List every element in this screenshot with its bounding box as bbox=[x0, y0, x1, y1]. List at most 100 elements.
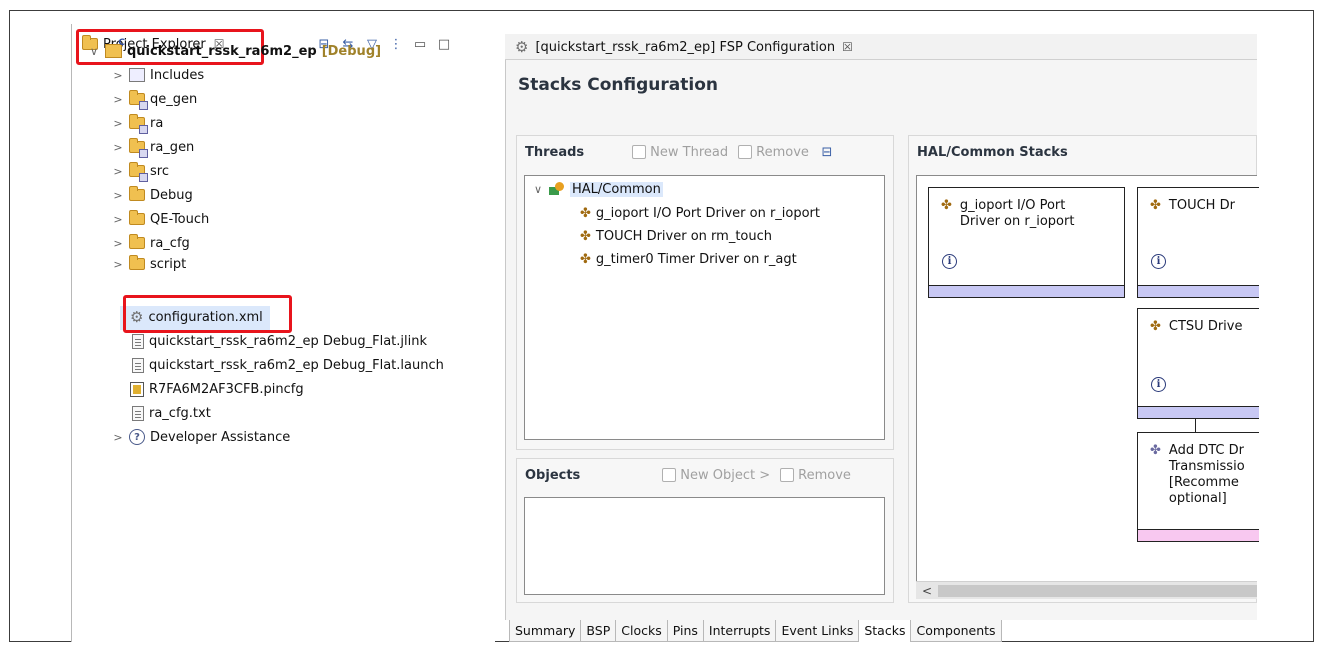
new-thread-label: New Thread bbox=[650, 144, 729, 160]
build-config-badge: [Debug] bbox=[321, 43, 382, 59]
info-icon[interactable]: i bbox=[1151, 377, 1166, 392]
module-icon: ✤ bbox=[580, 228, 591, 244]
tab-interrupts[interactable]: Interrupts bbox=[704, 620, 777, 642]
page-title: Stacks Configuration bbox=[518, 75, 718, 95]
new-object-button[interactable]: New Object > bbox=[662, 468, 770, 483]
file-icon bbox=[132, 357, 144, 373]
tree-item-ra[interactable]: > ra bbox=[112, 111, 163, 135]
thread-module-label: TOUCH Driver on rm_touch bbox=[595, 228, 772, 244]
chevron-right-icon[interactable]: > bbox=[112, 258, 124, 271]
collapse-icon[interactable]: ⊟ bbox=[819, 144, 835, 160]
horizontal-scrollbar[interactable]: < bbox=[916, 581, 1257, 599]
new-thread-button[interactable]: New Thread bbox=[632, 145, 728, 160]
tree-project-root[interactable]: ∨ quickstart_rssk_ra6m2_ep [Debug] bbox=[88, 38, 382, 63]
stack-card-line: Driver on r_ioport bbox=[959, 214, 1075, 229]
tree-item-src[interactable]: > src bbox=[112, 159, 169, 183]
objects-list bbox=[524, 497, 885, 595]
tree-item-qe-gen[interactable]: > qe_gen bbox=[112, 87, 197, 111]
tab-components[interactable]: Components bbox=[911, 620, 1002, 642]
objects-title: Objects bbox=[525, 467, 581, 483]
info-icon[interactable]: i bbox=[942, 254, 957, 269]
pin-config-icon bbox=[130, 381, 144, 397]
tree-item-label: script bbox=[150, 256, 187, 272]
info-icon[interactable]: i bbox=[1151, 254, 1166, 269]
folder-icon bbox=[129, 234, 145, 251]
view-menu-icon[interactable]: ⋮ bbox=[388, 36, 404, 52]
tree-item-configuration-xml[interactable]: ⚙ configuration.xml bbox=[130, 305, 263, 329]
stack-card-title: ✤ CTSU Drive bbox=[1150, 319, 1242, 335]
tree-item-pincfg[interactable]: R7FA6M2AF3CFB.pincfg bbox=[130, 377, 304, 401]
stack-card-bar bbox=[1138, 529, 1259, 541]
chevron-right-icon[interactable]: > bbox=[112, 213, 124, 226]
chevron-down-icon[interactable]: ∨ bbox=[88, 45, 100, 58]
add-module-icon: ✤ bbox=[1150, 443, 1161, 458]
thread-module-timer[interactable]: ✤ g_timer0 Timer Driver on r_agt bbox=[580, 248, 797, 270]
tree-item-includes[interactable]: > Includes bbox=[112, 63, 204, 87]
tree-item-developer-assistance[interactable]: > ? Developer Assistance bbox=[112, 425, 290, 449]
stack-card-ctsu[interactable]: ✤ CTSU Drive i bbox=[1137, 308, 1259, 419]
stack-card-line: TOUCH Dr bbox=[1168, 198, 1235, 213]
chevron-right-icon[interactable]: > bbox=[112, 165, 124, 178]
tab-stacks[interactable]: Stacks bbox=[859, 620, 912, 642]
remove-object-label: Remove bbox=[798, 467, 851, 483]
tree-item-label: ra_gen bbox=[150, 139, 195, 155]
thread-module-touch[interactable]: ✤ TOUCH Driver on rm_touch bbox=[580, 225, 772, 247]
stack-card-bar bbox=[1138, 285, 1259, 297]
tree-item-jlink[interactable]: quickstart_rssk_ra6m2_ep Debug_Flat.jlin… bbox=[130, 329, 427, 353]
close-icon[interactable]: ☒ bbox=[842, 40, 853, 54]
chevron-right-icon[interactable]: > bbox=[112, 431, 124, 444]
tree-item-ra-cfg[interactable]: > ra_cfg bbox=[112, 231, 190, 255]
minimize-icon[interactable]: ▭ bbox=[412, 36, 428, 52]
tree-item-script[interactable]: > script bbox=[112, 254, 186, 274]
chevron-right-icon[interactable]: > bbox=[112, 69, 124, 82]
chevron-right-icon[interactable]: > bbox=[112, 117, 124, 130]
tree-item-label: Debug bbox=[150, 187, 193, 203]
remove-object-button[interactable]: Remove bbox=[780, 468, 851, 483]
stack-card-title: ✤ g_ioport I/O Port Driver on r_ioport bbox=[941, 198, 1074, 230]
scroll-left-icon[interactable]: < bbox=[922, 582, 932, 600]
tree-item-ra-cfg-txt[interactable]: ra_cfg.txt bbox=[130, 401, 211, 425]
tree-item-label: qe_gen bbox=[150, 91, 198, 107]
chevron-right-icon[interactable]: > bbox=[112, 93, 124, 106]
help-icon: ? bbox=[129, 429, 145, 445]
source-folder-icon bbox=[129, 90, 148, 110]
tree-item-debug[interactable]: > Debug bbox=[112, 183, 193, 207]
tab-event-links[interactable]: Event Links bbox=[776, 620, 860, 642]
stack-card-ioport[interactable]: ✤ g_ioport I/O Port Driver on r_ioport i bbox=[928, 187, 1125, 298]
chevron-right-icon[interactable]: > bbox=[112, 189, 124, 202]
thread-module-ioport[interactable]: ✤ g_ioport I/O Port Driver on r_ioport bbox=[580, 202, 820, 224]
gear-icon: ⚙ bbox=[515, 38, 529, 56]
tree-item-label: ra bbox=[150, 115, 164, 131]
tree-item-launch[interactable]: quickstart_rssk_ra6m2_ep Debug_Flat.laun… bbox=[130, 353, 444, 377]
thread-hal-common[interactable]: ∨ HAL/Common bbox=[532, 178, 663, 200]
maximize-icon[interactable]: □ bbox=[436, 36, 452, 52]
chevron-right-icon[interactable]: > bbox=[112, 141, 124, 154]
remove-thread-button[interactable]: Remove bbox=[738, 145, 809, 160]
stack-card-line: CTSU Drive bbox=[1168, 319, 1243, 334]
stack-card-touch[interactable]: ✤ TOUCH Dr i bbox=[1137, 187, 1259, 298]
chevron-down-icon[interactable]: ∨ bbox=[532, 183, 544, 196]
tab-pins[interactable]: Pins bbox=[668, 620, 704, 642]
chevron-right-icon[interactable]: > bbox=[112, 237, 124, 250]
folder-icon bbox=[129, 186, 145, 203]
stack-card-bar bbox=[1138, 406, 1259, 418]
tab-clocks[interactable]: Clocks bbox=[616, 620, 668, 642]
tree-item-label: configuration.xml bbox=[148, 309, 263, 325]
stack-card-title: ✤ TOUCH Dr bbox=[1150, 198, 1235, 214]
fsp-configuration-tab[interactable]: ⚙ [quickstart_rssk_ra6m2_ep] FSP Configu… bbox=[515, 37, 853, 57]
thread-module-label: g_ioport I/O Port Driver on r_ioport bbox=[595, 205, 821, 221]
stack-card-line: Add DTC Dr bbox=[1168, 443, 1244, 458]
module-icon: ✤ bbox=[1150, 198, 1161, 213]
tree-item-label: ra_cfg.txt bbox=[149, 405, 211, 421]
editor-tab-label: [quickstart_rssk_ra6m2_ep] FSP Configura… bbox=[535, 39, 836, 55]
tree-item-label: R7FA6M2AF3CFB.pincfg bbox=[149, 381, 304, 397]
stack-card-line: Transmissio bbox=[1168, 459, 1245, 474]
stack-card-add-dtc[interactable]: ✤ Add DTC Dr Transmissio [Recomme option… bbox=[1137, 432, 1259, 542]
tree-item-ra-gen[interactable]: > ra_gen bbox=[112, 135, 194, 159]
configuration-tab-bar: Summary BSP Clocks Pins Interrupts Event… bbox=[509, 620, 1002, 642]
stack-card-line: optional] bbox=[1168, 491, 1227, 506]
tree-item-qe-touch[interactable]: > QE-Touch bbox=[112, 207, 209, 231]
tab-bsp[interactable]: BSP bbox=[581, 620, 617, 642]
scrollbar-thumb[interactable] bbox=[938, 585, 1257, 597]
tab-summary[interactable]: Summary bbox=[510, 620, 582, 642]
